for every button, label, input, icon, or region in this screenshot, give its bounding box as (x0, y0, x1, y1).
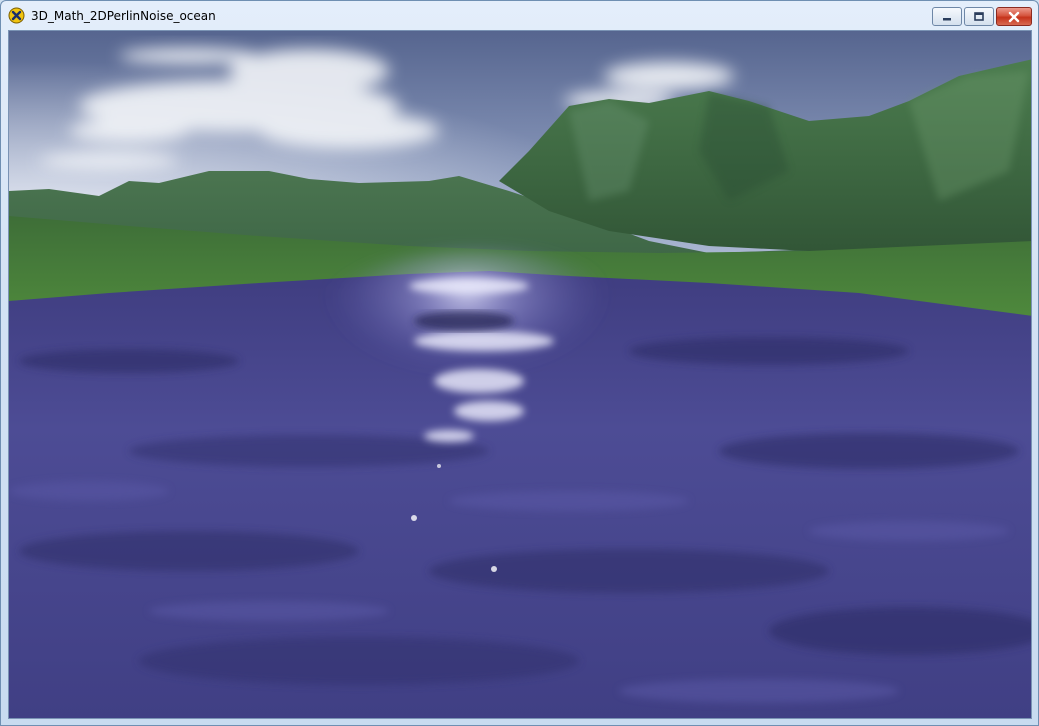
render-viewport[interactable] (8, 30, 1032, 719)
app-window: 3D_Math_2DPerlinNoise_ocean (0, 0, 1039, 726)
close-button[interactable] (996, 7, 1032, 26)
minimize-icon (943, 17, 951, 20)
window-title: 3D_Math_2DPerlinNoise_ocean (31, 9, 216, 23)
app-icon (8, 7, 25, 24)
minimize-button[interactable] (932, 7, 962, 26)
ocean-scene (9, 31, 1031, 718)
title-bar[interactable]: 3D_Math_2DPerlinNoise_ocean (1, 1, 1038, 31)
close-icon (1008, 11, 1020, 22)
maximize-button[interactable] (964, 7, 994, 26)
maximize-icon (974, 11, 984, 21)
